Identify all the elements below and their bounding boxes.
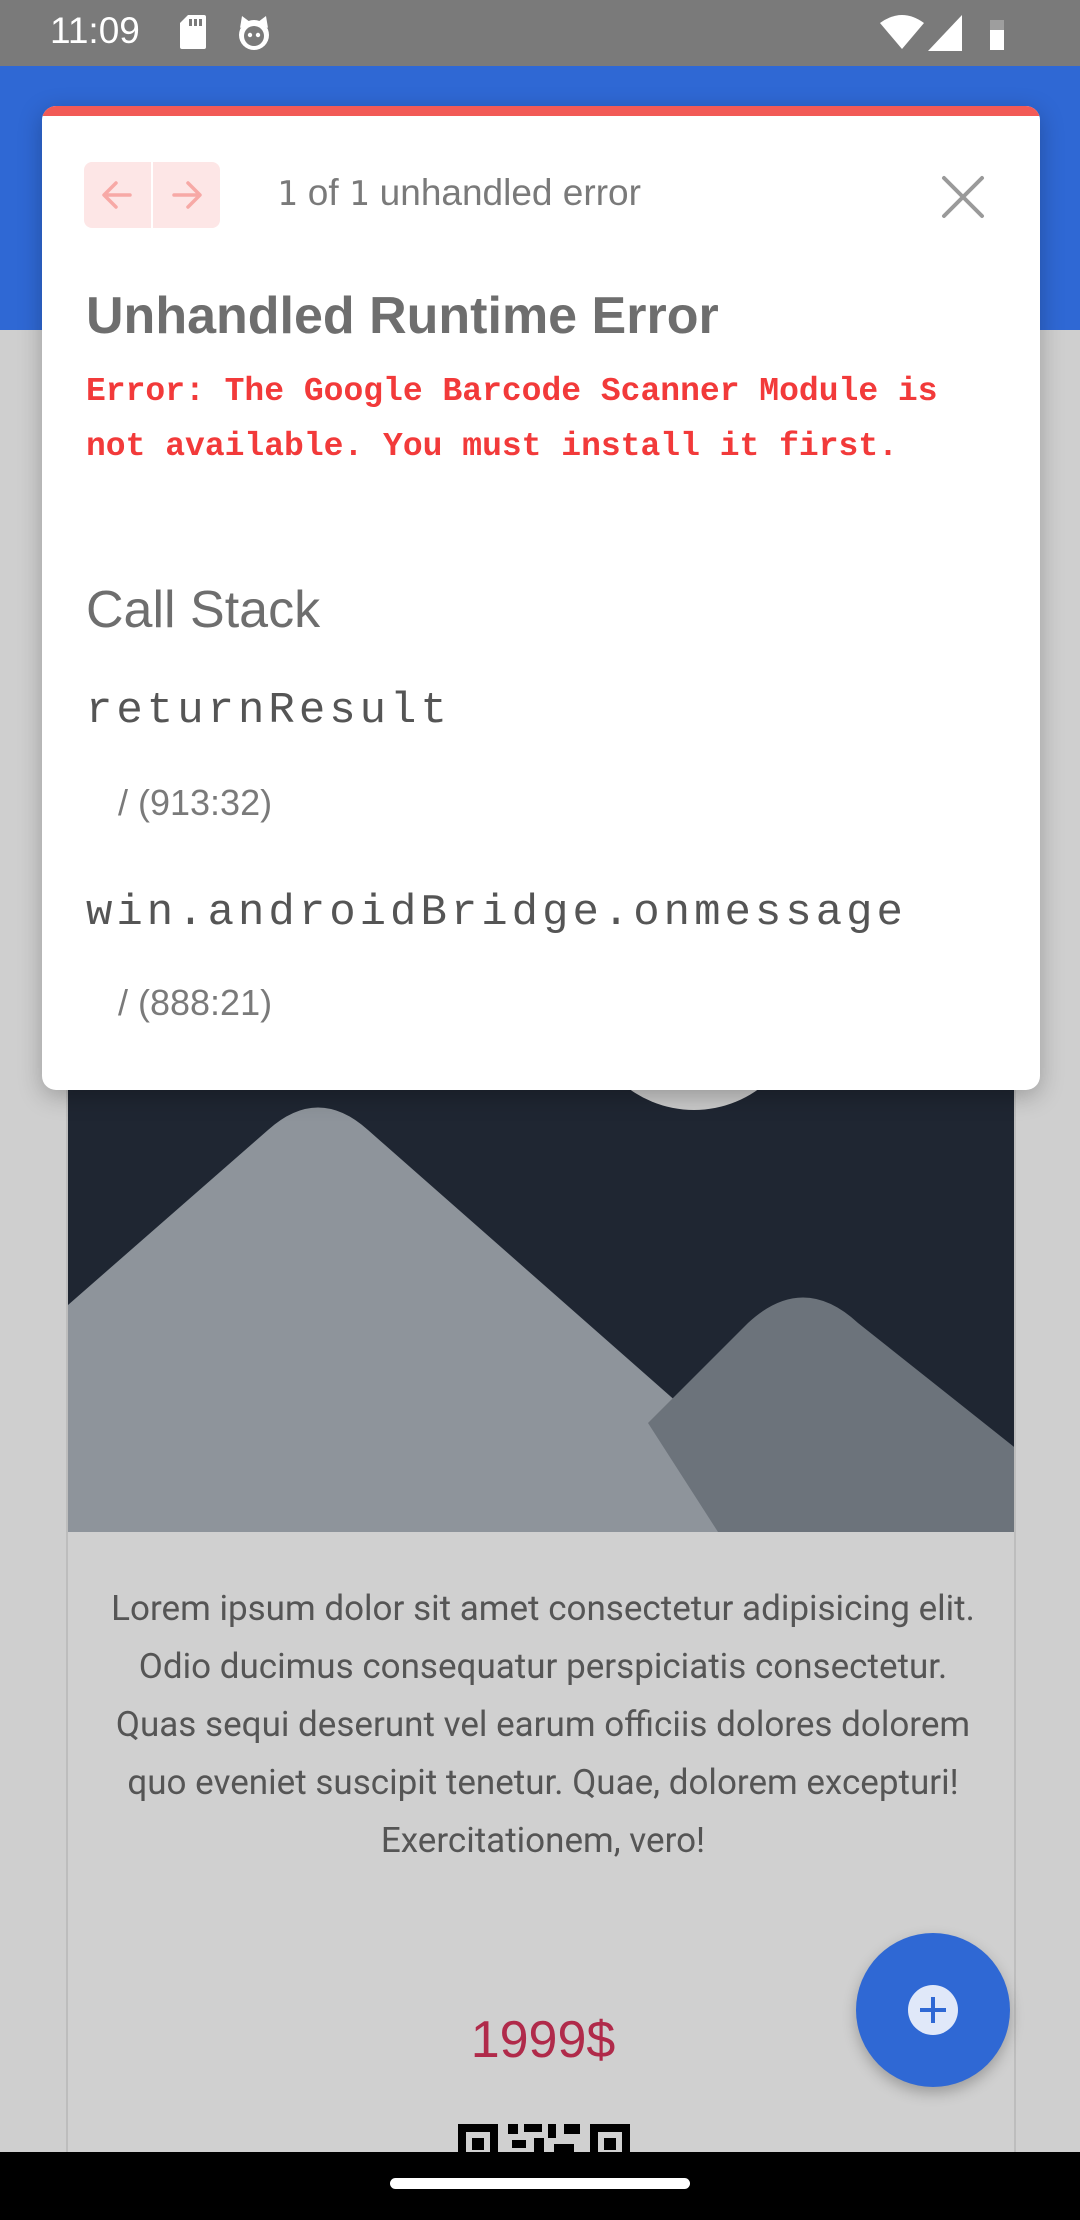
call-stack-title: Call Stack (86, 581, 321, 639)
system-nav-bar (0, 2152, 1080, 2220)
close-icon (942, 176, 984, 218)
error-title: Unhandled Runtime Error (86, 287, 719, 345)
nav-divider (151, 162, 153, 228)
error-counter-current: 1 (277, 174, 298, 214)
add-circle-icon (908, 1985, 958, 2035)
stack-frame-location: / (913:32) (118, 782, 273, 823)
wifi-icon (880, 15, 924, 49)
status-bar: 11:09 (0, 0, 1080, 66)
stack-frame-location: / (888:21) (118, 982, 273, 1023)
error-accent-bar (42, 106, 1040, 116)
error-counter-suffix: unhandled error (379, 172, 641, 213)
arrow-right-icon (172, 181, 202, 209)
status-time: 11:09 (50, 10, 140, 51)
previous-error-button[interactable] (84, 162, 150, 228)
battery-icon (990, 20, 1004, 50)
error-dialog: 1 of 1 unhandled error Unhandled Runtime… (42, 106, 1040, 1090)
sd-card-icon (180, 15, 206, 49)
stack-frame-function[interactable]: returnResult (86, 686, 451, 736)
close-button[interactable] (940, 174, 986, 220)
error-counter: 1 of 1 unhandled error (277, 172, 641, 214)
arrow-left-icon (102, 181, 132, 209)
error-navigation (84, 162, 220, 228)
error-message: Error: The Google Barcode Scanner Module… (86, 373, 938, 465)
next-error-button[interactable] (154, 162, 220, 228)
cat-icon (239, 16, 269, 50)
add-button[interactable] (856, 1933, 1010, 2087)
stack-frame-function[interactable]: win.androidBridge.onmessage (86, 888, 907, 938)
home-indicator[interactable] (390, 2178, 690, 2189)
signal-icon (928, 15, 962, 51)
product-description: Lorem ipsum dolor sit amet consectetur a… (111, 1588, 975, 1861)
error-counter-total: 1 (348, 174, 370, 214)
error-counter-of: of (307, 172, 339, 213)
